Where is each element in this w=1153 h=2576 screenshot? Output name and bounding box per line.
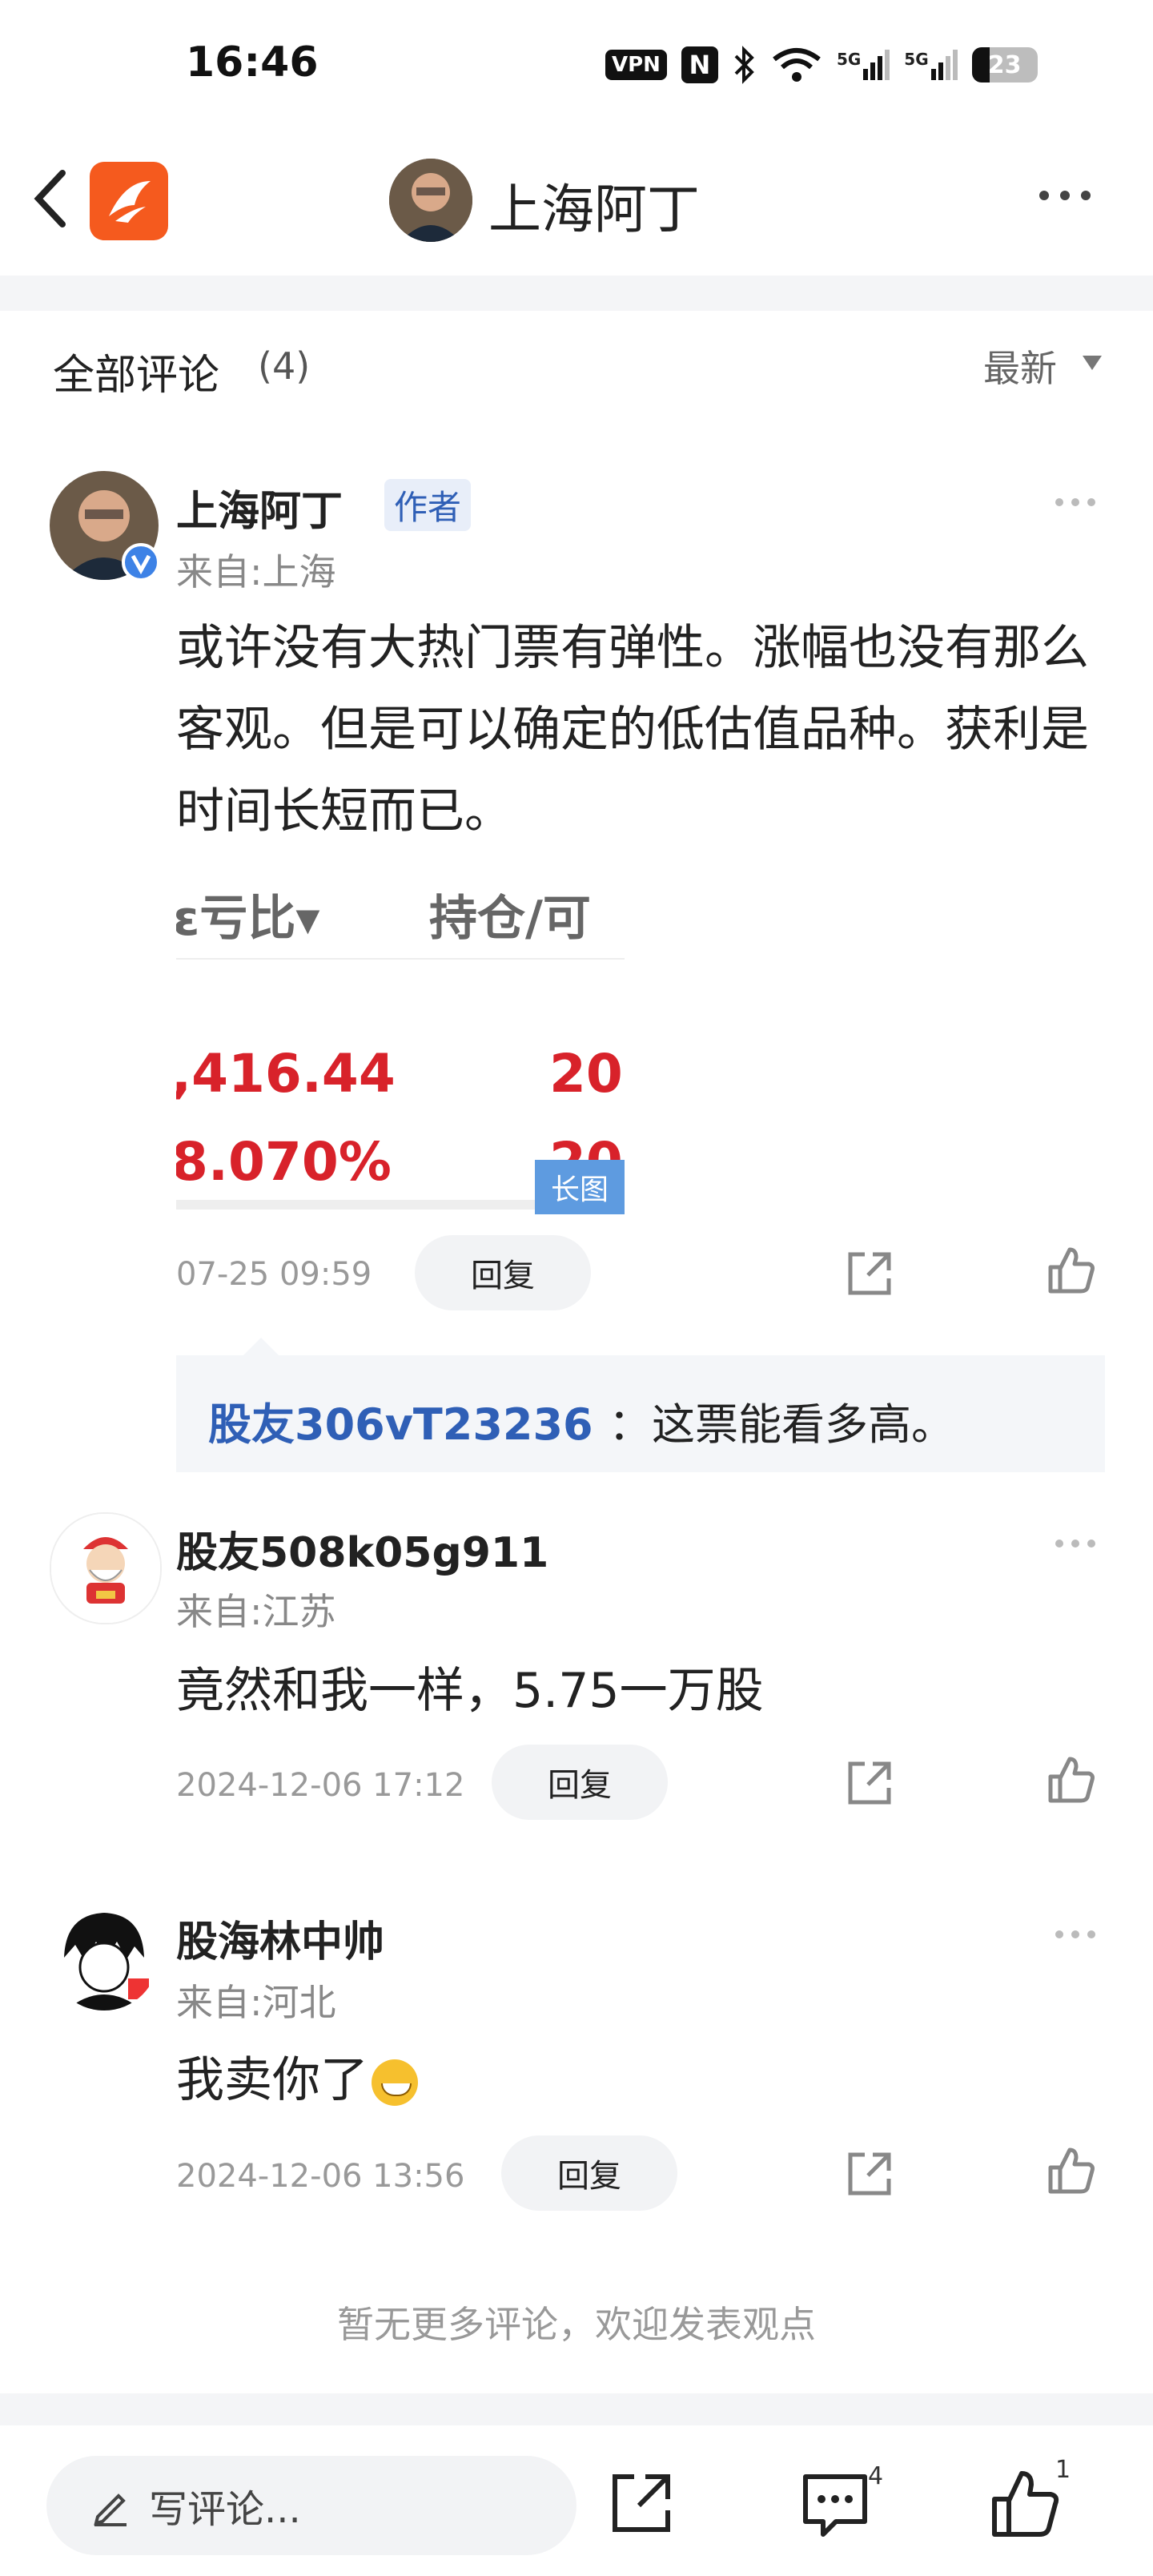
like-icon[interactable]: [1046, 1245, 1097, 1296]
comment-location: 来自:江苏: [176, 1590, 336, 1633]
reply-button[interactable]: 回复: [415, 1235, 591, 1310]
comment-text-row: 我卖你了: [176, 2039, 418, 2121]
comment-avatar[interactable]: [50, 1512, 162, 1624]
comment-more-icon[interactable]: [1055, 498, 1095, 506]
comment-more-icon[interactable]: [1055, 1930, 1095, 1938]
comment-username[interactable]: 股海林中帅: [176, 1908, 384, 1968]
attached-value-1-right: 20: [549, 1043, 623, 1105]
signal-5g-icon: 5G: [837, 50, 890, 80]
comment-location: 来自:河北: [176, 1981, 336, 2024]
comment-location: 来自:上海: [176, 550, 336, 594]
share-icon[interactable]: [844, 1757, 895, 1809]
avatar-anime: [50, 1902, 159, 2010]
section-divider: [0, 276, 1153, 311]
grin-emoji-icon: [372, 2059, 418, 2107]
wifi-icon: [773, 48, 821, 82]
like-icon[interactable]: [1046, 2145, 1097, 2196]
reply-button[interactable]: 回复: [501, 2135, 677, 2211]
share-icon[interactable]: [844, 2148, 895, 2200]
quoted-username[interactable]: 股友306vT23236: [208, 1389, 593, 1452]
comments-section-title: 全部评论: [53, 352, 220, 400]
avatar-cartoon: [51, 1514, 160, 1623]
share-icon[interactable]: [605, 2467, 677, 2539]
reply-button[interactable]: 回复: [492, 1745, 668, 1820]
quoted-reply[interactable]: 股友306vT23236 ：这票能看多高。: [176, 1338, 1105, 1472]
pencil-icon: [94, 2493, 127, 2526]
attached-value-1: ,416.44: [176, 1043, 396, 1105]
back-chevron-icon[interactable]: [27, 167, 75, 231]
avatar-portrait: [389, 159, 472, 242]
share-icon[interactable]: [844, 1248, 895, 1299]
like-icon[interactable]: [1046, 1754, 1097, 1805]
comment-time: 2024-12-06 13:56: [176, 2158, 465, 2195]
comment-avatar[interactable]: [50, 1902, 159, 2010]
attached-image[interactable]: ɛ亏比▾ 持仓/可 ,416.44 20 8.070% 20: [176, 865, 625, 1210]
comment-icon[interactable]: [799, 2469, 871, 2541]
vpn-icon: VPN: [605, 50, 667, 80]
attached-divider: [176, 958, 625, 960]
more-horizontal-icon[interactable]: [1039, 191, 1091, 200]
comment-count: 4: [868, 2462, 884, 2490]
comment-username[interactable]: 上海阿丁: [176, 477, 343, 537]
battery-icon: 23: [971, 47, 1038, 83]
verified-badge-icon: [122, 543, 160, 582]
nfc-icon: N: [681, 46, 718, 83]
comment-text: 或许没有大热门票有弹性。涨幅也没有那么客观。但是可以确定的低估值品种。获利是时间…: [176, 620, 1089, 839]
comment-text: 竟然和我一样，5.75一万股: [176, 1663, 764, 1719]
status-icons: VPN N 5G 5G 23: [605, 45, 1038, 85]
comment-time: 07-25 09:59: [176, 1256, 372, 1293]
header-avatar[interactable]: [389, 159, 472, 242]
sort-dropdown[interactable]: 最新: [983, 340, 1057, 392]
attached-header-left: ɛ亏比▾: [176, 891, 320, 947]
comment-more-icon[interactable]: [1055, 1540, 1095, 1548]
attached-header-right: 持仓/可: [429, 891, 591, 947]
author-badge: 作者: [384, 479, 472, 531]
signal-5g-icon-2: 5G: [904, 50, 958, 80]
long-image-tag: 长图: [535, 1160, 625, 1214]
attached-value-2: 8.070%: [176, 1131, 392, 1193]
no-more-comments: 暂无更多评论，欢迎发表观点: [337, 2303, 816, 2346]
caret-down-icon[interactable]: [1083, 356, 1102, 370]
logo-wing-icon: [109, 181, 151, 223]
comment-username[interactable]: 股友508k05g911: [176, 1519, 548, 1579]
bluetooth-icon: [734, 46, 754, 84]
comments-count: (4): [258, 344, 311, 388]
write-comment-input[interactable]: 写评论...: [46, 2456, 576, 2555]
write-comment-placeholder: 写评论...: [149, 2487, 301, 2532]
like-count: 1: [1055, 2456, 1071, 2484]
bottom-divider: [0, 2393, 1153, 2425]
comment-text: 我卖你了: [176, 2052, 368, 2108]
like-icon[interactable]: [990, 2467, 1062, 2539]
quoted-text: ：这票能看多高。: [609, 1399, 954, 1450]
app-logo-icon[interactable]: [90, 162, 168, 240]
comment-time: 2024-12-06 17:12: [176, 1767, 465, 1804]
status-time: 16:46: [186, 38, 319, 87]
page-title: 上海阿丁: [488, 179, 700, 240]
